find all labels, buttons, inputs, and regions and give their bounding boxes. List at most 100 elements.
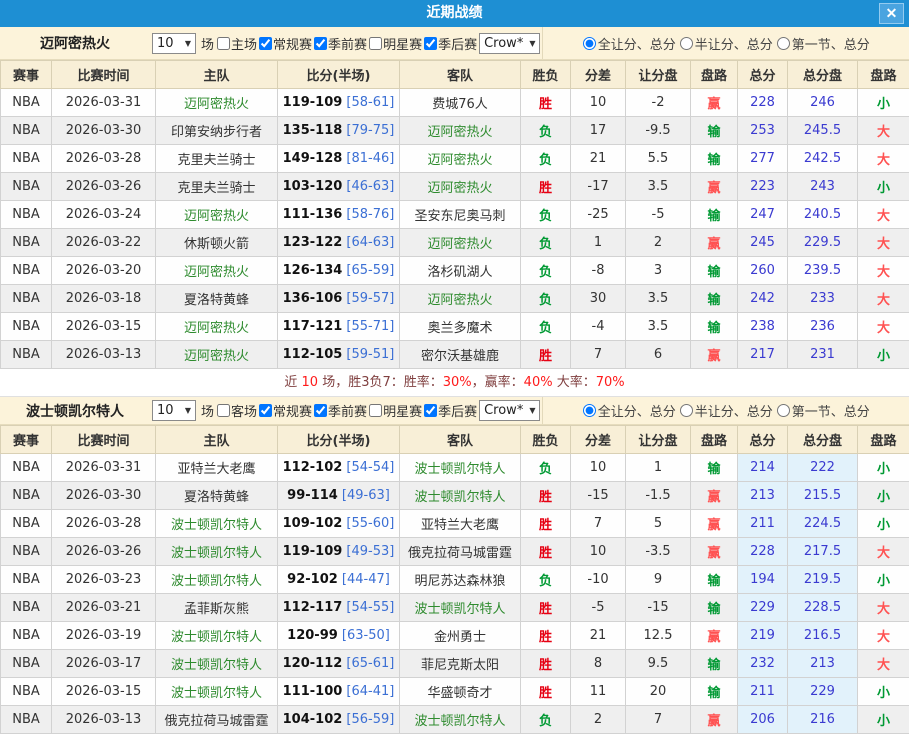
radio-input[interactable] (777, 404, 790, 417)
score-cell: 109-102 [55-60] (278, 510, 400, 538)
checkbox-input[interactable] (369, 404, 382, 417)
total-cell: 214 (738, 454, 788, 482)
games-count-select[interactable]: 10 ▼ (152, 400, 196, 421)
handicap-cell: 3.5 (626, 285, 691, 313)
total-cell: 242 (738, 285, 788, 313)
handicap-cell: 5 (626, 510, 691, 538)
away-team-cell: 明尼苏达森林狼 (400, 566, 521, 594)
diff-cell: 2 (571, 706, 626, 734)
filter-checkbox-季前赛[interactable]: 季前赛 (312, 34, 367, 53)
game-row: NBA2026-03-24迈阿密热火111-136 [58-76]圣安东尼奥马刺… (1, 201, 909, 229)
filter-checkbox-group: 客场常规赛季前赛明星赛季后赛 (215, 401, 477, 420)
score-cell: 117-121 [55-71] (278, 313, 400, 341)
filter-checkbox-客场[interactable]: 客场 (215, 401, 257, 420)
handicap-cell: -3.5 (626, 538, 691, 566)
close-button[interactable]: ✕ (879, 3, 904, 24)
radio-input[interactable] (777, 37, 790, 50)
checkbox-input[interactable] (424, 404, 437, 417)
filter-checkbox-季前赛[interactable]: 季前赛 (312, 401, 367, 420)
handicap-result-cell: 输 (691, 313, 738, 341)
radio-半让分、总分[interactable]: 半让分、总分 (680, 401, 773, 420)
date-cell: 2026-03-28 (52, 145, 156, 173)
home-team-cell: 迈阿密热火 (156, 313, 278, 341)
column-header: 客队 (400, 61, 521, 89)
column-header: 分差 (571, 426, 626, 454)
radio-input[interactable] (680, 37, 693, 50)
radio-全让分、总分[interactable]: 全让分、总分 (583, 401, 676, 420)
checkbox-input[interactable] (369, 37, 382, 50)
checkbox-input[interactable] (217, 37, 230, 50)
away-team-cell: 华盛顿奇才 (400, 678, 521, 706)
recent-results-window: 近期战绩 ✕ 迈阿密热火 10 ▼ 场 主场常规赛季前赛明星赛季后赛 Crow*… (0, 0, 909, 726)
column-header: 胜负 (521, 426, 571, 454)
score-cell: 119-109 [58-61] (278, 89, 400, 117)
home-team-cell: 迈阿密热火 (156, 89, 278, 117)
total-line-cell: 228.5 (788, 594, 858, 622)
date-cell: 2026-03-31 (52, 454, 156, 482)
date-cell: 2026-03-20 (52, 257, 156, 285)
radio-input[interactable] (583, 37, 596, 50)
date-cell: 2026-03-22 (52, 229, 156, 257)
league-cell: NBA (1, 538, 52, 566)
radio-第一节、总分[interactable]: 第一节、总分 (777, 34, 870, 53)
home-team-cell: 孟菲斯灰熊 (156, 594, 278, 622)
total-line-cell: 236 (788, 313, 858, 341)
game-row: NBA2026-03-17波士顿凯尔特人120-112 [65-61]菲尼克斯太… (1, 650, 909, 678)
diff-cell: 10 (571, 454, 626, 482)
checkbox-input[interactable] (259, 404, 272, 417)
filter-checkbox-季后赛[interactable]: 季后赛 (422, 34, 477, 53)
home-team-cell: 亚特兰大老鹰 (156, 454, 278, 482)
radio-全让分、总分[interactable]: 全让分、总分 (583, 34, 676, 53)
filter-checkbox-常规赛[interactable]: 常规赛 (257, 34, 312, 53)
radio-半让分、总分[interactable]: 半让分、总分 (680, 34, 773, 53)
checkbox-input[interactable] (217, 404, 230, 417)
diff-cell: 17 (571, 117, 626, 145)
handicap-result-cell: 赢 (691, 341, 738, 369)
games-count-value: 10 (157, 403, 174, 418)
checkbox-input[interactable] (259, 37, 272, 50)
checkbox-input[interactable] (314, 37, 327, 50)
total-line-cell: 233 (788, 285, 858, 313)
total-result-cell: 大 (858, 538, 909, 566)
total-line-cell: 213 (788, 650, 858, 678)
away-team-cell: 迈阿密热火 (400, 285, 521, 313)
result-cell: 胜 (521, 622, 571, 650)
checkbox-input[interactable] (314, 404, 327, 417)
away-team-cell: 密尔沃基雄鹿 (400, 341, 521, 369)
game-row: NBA2026-03-31亚特兰大老鹰112-102 [54-54]波士顿凯尔特… (1, 454, 909, 482)
away-team-cell: 奥兰多魔术 (400, 313, 521, 341)
handicap-result-cell: 输 (691, 117, 738, 145)
filter-checkbox-主场[interactable]: 主场 (215, 34, 257, 53)
checkbox-input[interactable] (424, 37, 437, 50)
diff-cell: 21 (571, 145, 626, 173)
total-result-cell: 小 (858, 341, 909, 369)
away-team-cell: 波士顿凯尔特人 (400, 594, 521, 622)
radio-input[interactable] (680, 404, 693, 417)
handicap-cell: 1 (626, 454, 691, 482)
column-header: 客队 (400, 426, 521, 454)
radio-input[interactable] (583, 404, 596, 417)
filter-checkbox-常规赛[interactable]: 常规赛 (257, 401, 312, 420)
away-team-cell: 波士顿凯尔特人 (400, 706, 521, 734)
total-line-cell: 246 (788, 89, 858, 117)
total-cell: 238 (738, 313, 788, 341)
away-team-cell: 迈阿密热火 (400, 145, 521, 173)
games-count-select[interactable]: 10 ▼ (152, 33, 196, 54)
odds-company-select[interactable]: Crow* ▼ (479, 33, 540, 54)
summary-text: ，赢率： (472, 375, 524, 390)
filter-checkbox-季后赛[interactable]: 季后赛 (422, 401, 477, 420)
diff-cell: -25 (571, 201, 626, 229)
game-row: NBA2026-03-26克里夫兰骑士103-120 [46-63]迈阿密热火胜… (1, 173, 909, 201)
filter-checkbox-明星赛[interactable]: 明星赛 (367, 401, 422, 420)
league-cell: NBA (1, 285, 52, 313)
radio-第一节、总分[interactable]: 第一节、总分 (777, 401, 870, 420)
filter-checkbox-明星赛[interactable]: 明星赛 (367, 34, 422, 53)
result-cell: 胜 (521, 510, 571, 538)
odds-company-select[interactable]: Crow* ▼ (479, 400, 540, 421)
league-cell: NBA (1, 145, 52, 173)
score-cell: 99-114 [49-63] (278, 482, 400, 510)
filter-bar: 波士顿凯尔特人 10 ▼ 场 客场常规赛季前赛明星赛季后赛 Crow* ▼ 全让… (0, 397, 909, 425)
total-result-cell: 小 (858, 706, 909, 734)
date-cell: 2026-03-19 (52, 622, 156, 650)
score-cell: 136-106 [59-57] (278, 285, 400, 313)
